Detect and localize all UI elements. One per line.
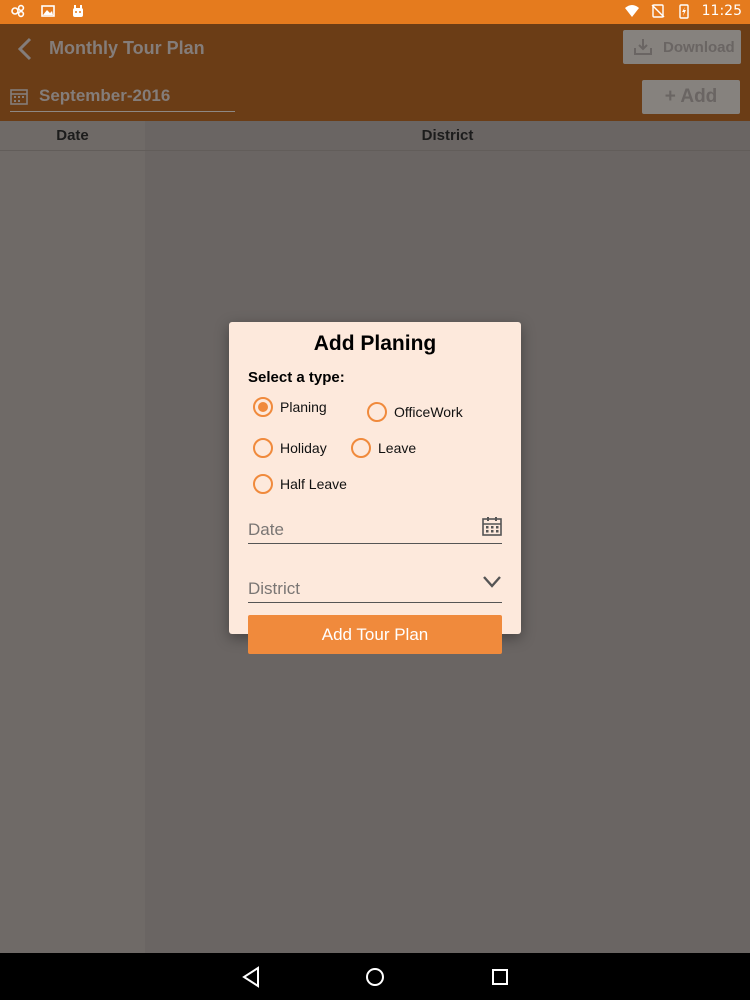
home-circle-icon[interactable] — [364, 966, 386, 988]
status-time: 11:25 — [701, 3, 742, 19]
radio-planing[interactable]: Planing — [253, 397, 327, 417]
add-planing-dialog: Add Planing Select a type: Planing Offic… — [229, 322, 521, 634]
chevron-down-icon[interactable] — [482, 575, 502, 589]
app-icon — [11, 4, 25, 18]
recents-square-icon[interactable] — [489, 966, 511, 988]
navigation-bar — [0, 953, 750, 1000]
radio-holiday-label: Holiday — [280, 440, 327, 456]
table-header: Date District — [0, 121, 750, 151]
no-sim-icon — [651, 4, 665, 18]
add-tour-plan-button[interactable]: Add Tour Plan — [248, 615, 502, 654]
district-placeholder: District — [248, 579, 300, 598]
wifi-icon — [624, 5, 639, 17]
calendar-icon[interactable] — [482, 516, 502, 536]
dialog-title: Add Planing — [313, 332, 437, 355]
back-triangle-icon[interactable] — [240, 966, 262, 988]
radio-leave-circle[interactable] — [351, 438, 371, 458]
radio-half-leave[interactable]: Half Leave — [253, 474, 347, 494]
android-icon — [73, 5, 83, 17]
select-type-label: Select a type: — [248, 369, 345, 386]
date-field[interactable]: Date — [248, 514, 502, 544]
download-button[interactable]: Download — [623, 30, 741, 64]
gallery-icon — [41, 5, 55, 17]
download-label: Download — [663, 38, 735, 56]
month-picker[interactable]: September-2016 — [10, 82, 235, 112]
radio-planing-label: Planing — [280, 399, 327, 415]
radio-holiday-circle[interactable] — [253, 438, 273, 458]
district-select[interactable]: District — [248, 573, 502, 603]
download-icon — [634, 39, 652, 55]
date-placeholder: Date — [248, 520, 284, 539]
radio-half-leave-circle[interactable] — [253, 474, 273, 494]
calendar-icon — [10, 89, 28, 105]
month-value: September-2016 — [39, 86, 171, 105]
page-title: Monthly Tour Plan — [49, 38, 205, 58]
date-column — [0, 121, 145, 953]
toolbar: Monthly Tour Plan Download September-201… — [0, 24, 750, 121]
back-arrow-icon[interactable] — [14, 36, 36, 62]
radio-leave-label: Leave — [378, 440, 417, 456]
radio-holiday[interactable]: Holiday — [253, 438, 327, 458]
add-button[interactable]: + Add — [642, 80, 740, 114]
radio-officework-label: OfficeWork — [394, 404, 463, 420]
district-column-header: District — [421, 127, 474, 144]
radio-officework-circle[interactable] — [367, 402, 387, 422]
radio-officework[interactable]: OfficeWork — [367, 402, 463, 422]
date-column-header: Date — [56, 127, 89, 144]
radio-leave[interactable]: Leave — [351, 438, 416, 458]
radio-planing-circle[interactable] — [253, 397, 273, 417]
battery-charging-icon — [678, 4, 689, 19]
status-bar: 11:25 — [0, 0, 750, 24]
radio-half-leave-label: Half Leave — [280, 476, 347, 492]
